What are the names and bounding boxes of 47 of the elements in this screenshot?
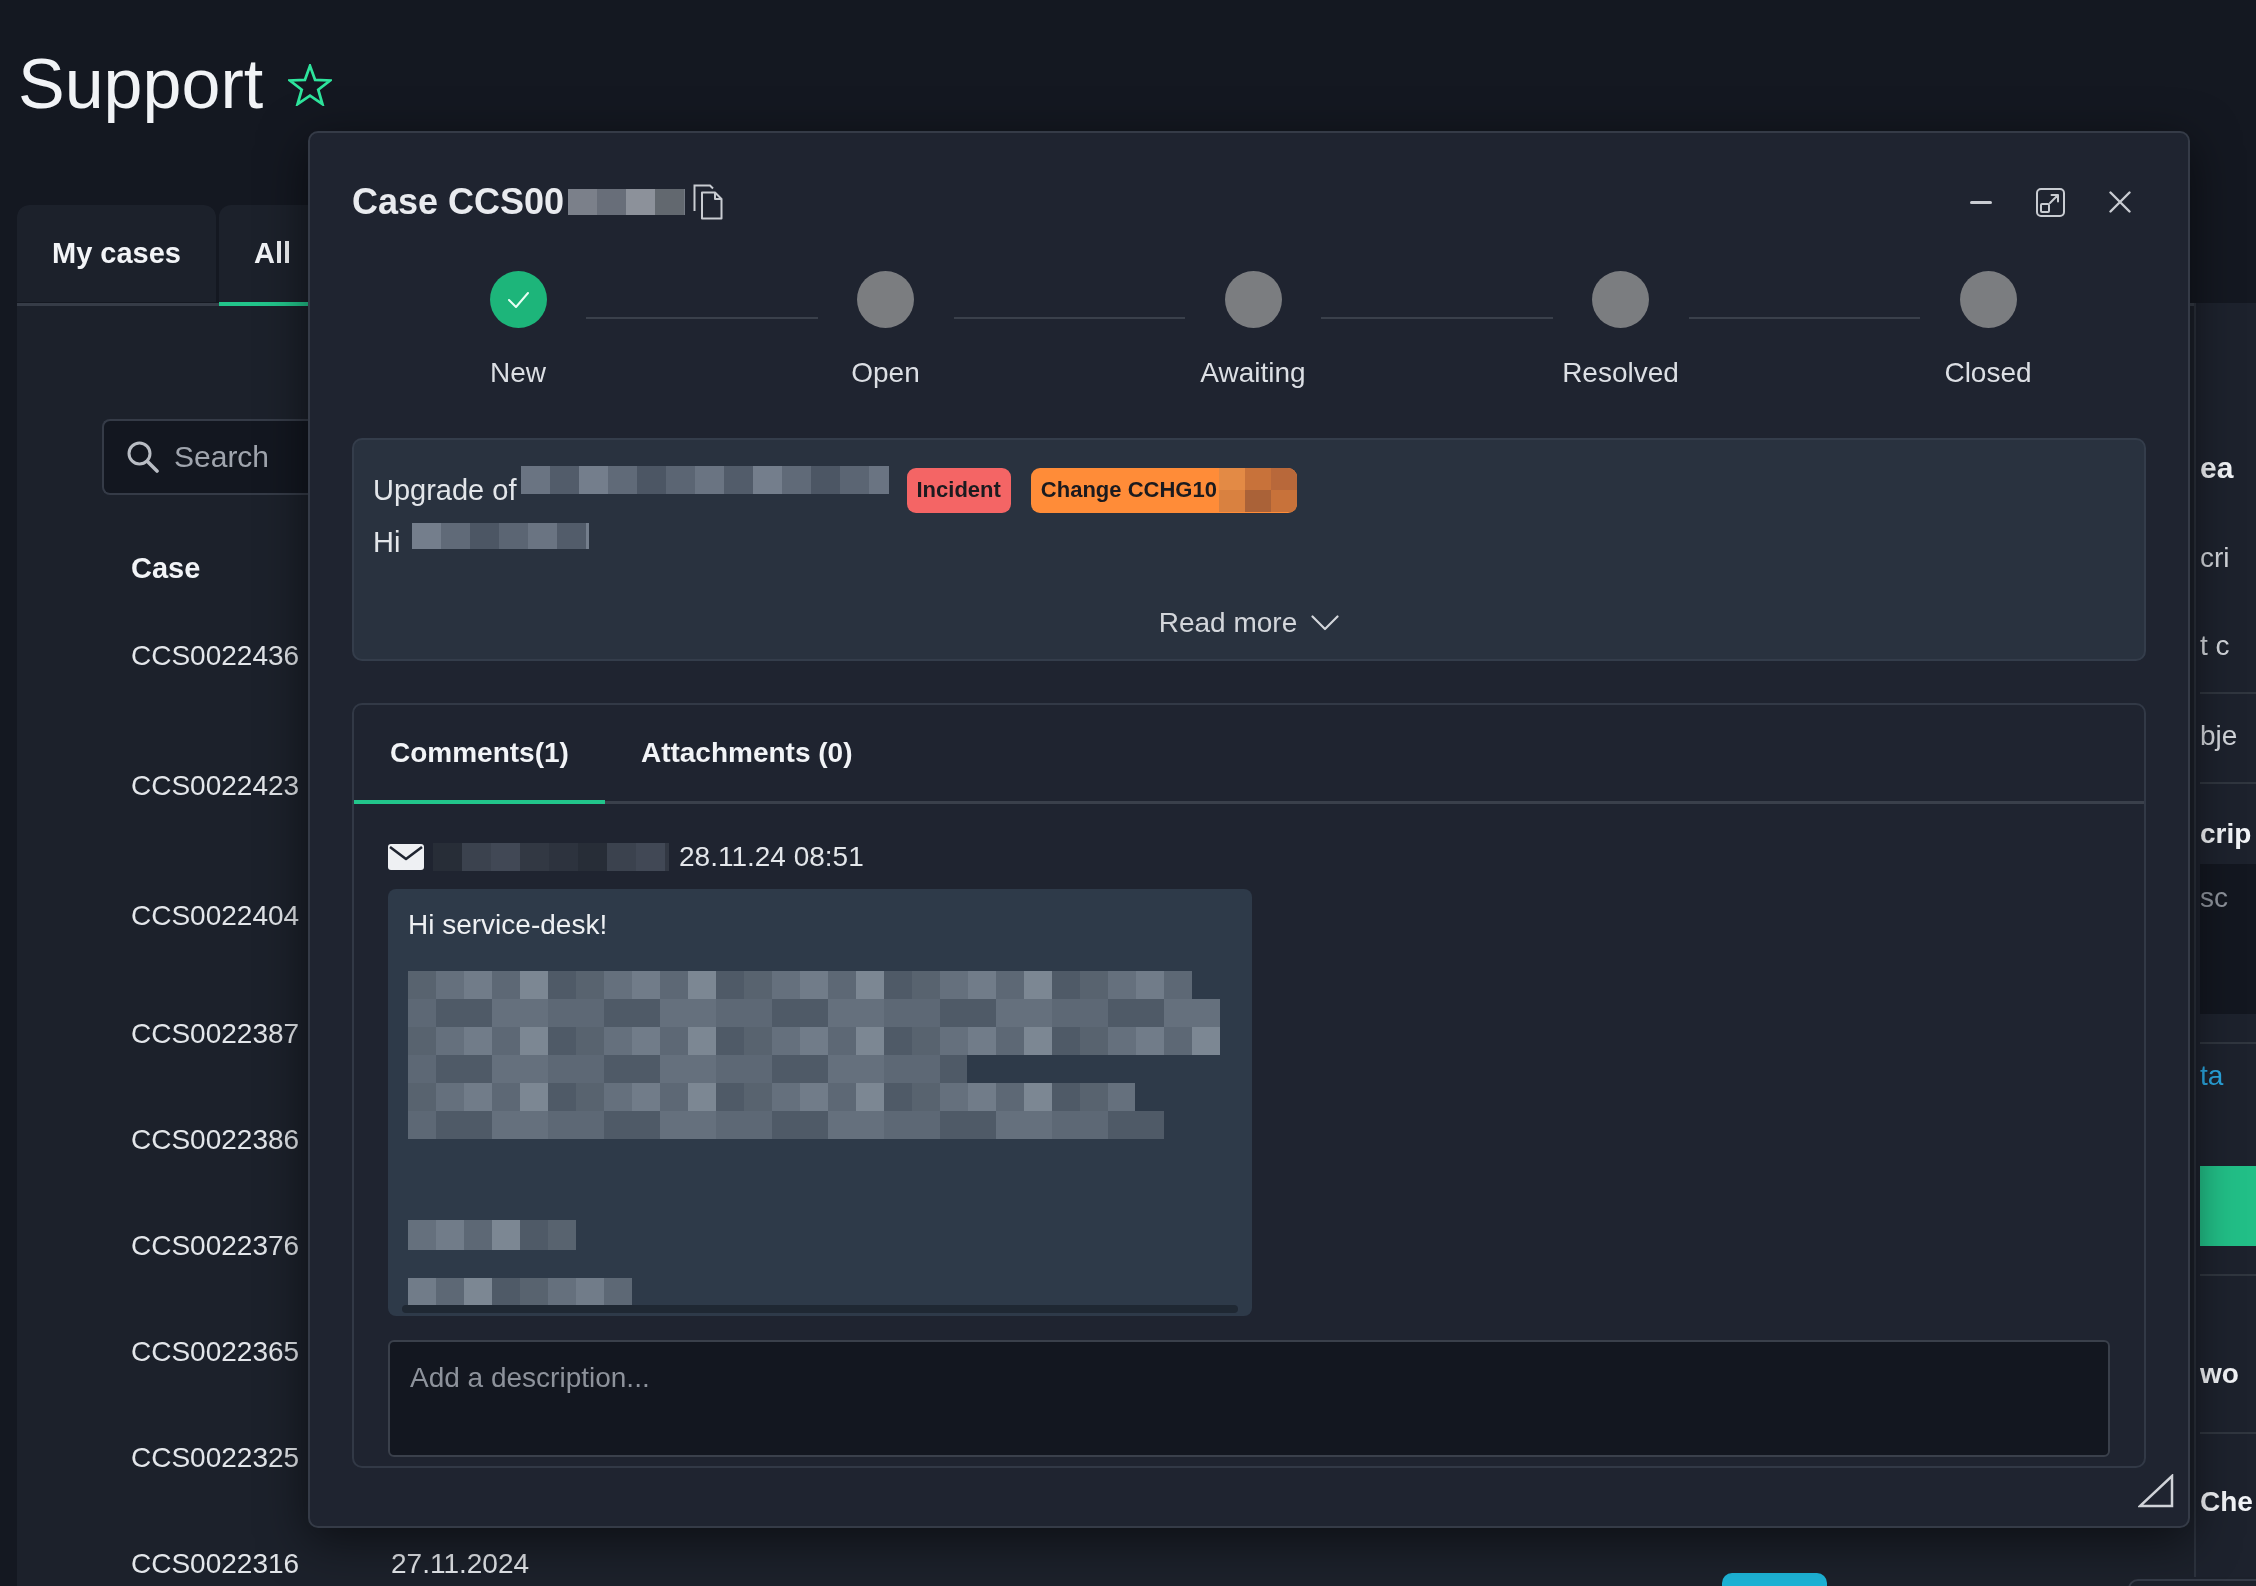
field-label: wo (2200, 1357, 2240, 1391)
tab[interactable]: Comments(1) (354, 705, 605, 804)
field-label: Che (2200, 1485, 2254, 1519)
field-label: crip (2200, 817, 2253, 851)
link[interactable]: ta (2200, 1058, 2256, 1094)
table-cell: CCS0022423 (131, 770, 300, 802)
chevron-down-icon (1311, 615, 1340, 631)
table-cell: CCS0022365 (131, 1336, 300, 1368)
resize-grip-icon[interactable] (2138, 1474, 2174, 1508)
summary-title: Upgrade of (373, 473, 517, 507)
step-label: Closed (1944, 356, 2032, 390)
tag-label: Change CCHG10 (1040, 477, 1217, 503)
table-cell: CCS0022436 (131, 640, 300, 672)
panel-text: bje (2200, 719, 2239, 753)
tag-label: Incident (916, 477, 1001, 503)
horizontal-scrollbar[interactable] (402, 1305, 1238, 1313)
table-cell: CCS0022325 (131, 1442, 300, 1474)
step-label: Awaiting (1200, 356, 1306, 390)
close-icon[interactable] (2109, 191, 2131, 213)
dialog-title: Case CCS00 (352, 181, 565, 223)
comment-field[interactable]: Add a description... (388, 1340, 2110, 1457)
table-cell: 27.11.2024 (391, 1548, 530, 1580)
envelope-icon (388, 844, 424, 870)
comment-text: Hi service-desk! (408, 908, 608, 942)
step-label: Resolved (1562, 356, 1679, 390)
table-cell: CCS0022386 (131, 1124, 300, 1156)
copy-icon[interactable] (693, 184, 724, 220)
star-icon[interactable] (288, 64, 333, 106)
minimize-icon[interactable] (1970, 200, 1992, 204)
comment-date: 28.11.24 08:51 (679, 841, 864, 873)
panel-text: cri (2200, 541, 2231, 575)
table-cell: CCS0022387 (131, 1018, 300, 1050)
step-label: Open (851, 356, 920, 390)
table-cell: CCS0022376 (131, 1230, 300, 1262)
panel-heading: ea (2200, 450, 2235, 486)
expand-icon[interactable] (2036, 187, 2065, 217)
tab[interactable]: Attachments (0) (604, 705, 889, 804)
table-cell: CCS0022316 (131, 1548, 300, 1580)
text-field[interactable]: sc (2200, 864, 2256, 1014)
body-text: Hi (373, 525, 401, 559)
read-more-button[interactable]: Read more (1158, 603, 1340, 643)
search-icon (127, 441, 159, 473)
column-header: Case (131, 551, 201, 585)
step-label: New (490, 356, 546, 390)
table-cell: CCS0022404 (131, 900, 300, 932)
page-title: Support (18, 44, 264, 125)
panel-text: t c (2200, 629, 2231, 663)
